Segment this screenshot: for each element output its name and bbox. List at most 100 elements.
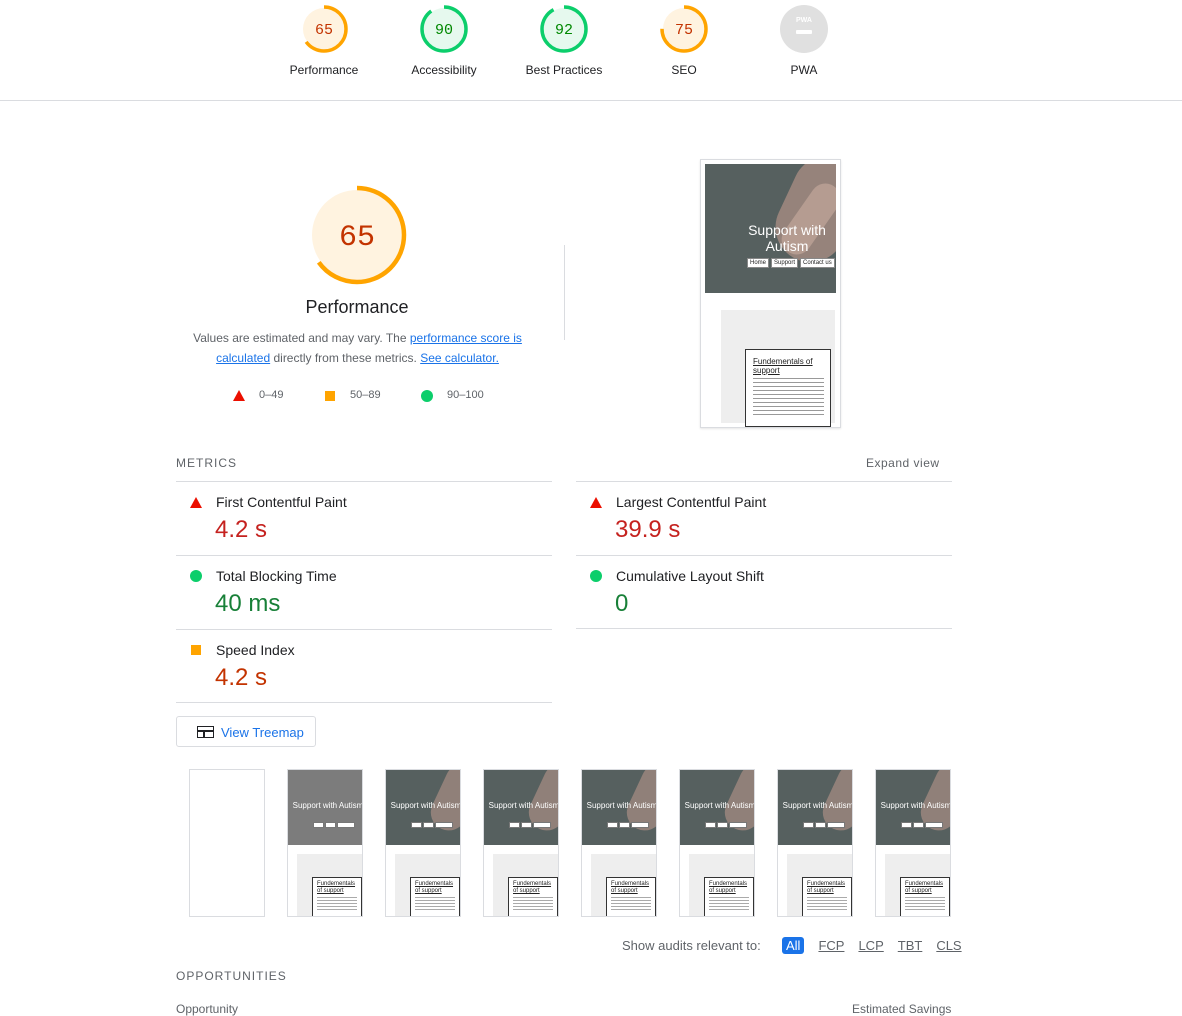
metrics-divider [576, 481, 952, 482]
filmstrip-frame: Support with Autism Fundementals of supp… [679, 769, 755, 917]
nav-home: Home [747, 258, 770, 268]
red-triangle-icon [190, 497, 202, 508]
screenshot-card: Fundementals of support [745, 349, 831, 427]
pwa-badge-icon: PWA [780, 5, 828, 53]
metric-si-value: 4.2 s [215, 664, 268, 691]
frame-nav [411, 822, 453, 828]
green-circle-icon [190, 570, 202, 582]
frame-hero: Support with Autism [876, 770, 951, 845]
frame-card: Fundementals of support [802, 877, 852, 916]
performance-gauge-ring: 65 [307, 185, 407, 285]
frame-card: Fundementals of support [900, 877, 950, 916]
frame-hero: Support with Autism [288, 770, 362, 845]
metric-fcp-label: First Contentful Paint [216, 494, 347, 510]
performance-gauge-ring: 65 [300, 5, 348, 53]
red-triangle-icon [233, 390, 245, 401]
orange-square-icon [191, 645, 201, 655]
frame-card: Fundementals of support [312, 877, 362, 916]
filter-chip-all[interactable]: All [782, 937, 805, 954]
gauge-label: Accessibility [411, 63, 477, 77]
filmstrip-frame: Support with Autism Fundementals of supp… [581, 769, 657, 917]
gauge-score: 75 [675, 22, 693, 39]
audit-filter-chips: All FCP LCP TBT CLS [782, 937, 962, 954]
seo-gauge-ring: 75 [660, 5, 708, 53]
frame-card: Fundementals of support [704, 877, 754, 916]
filmstrip-frame: Support with Autism Fundementals of supp… [777, 769, 853, 917]
best-practices-gauge-ring: 92 [540, 5, 588, 53]
frame-hero: Support with Autism [386, 770, 460, 845]
metrics-divider [176, 702, 552, 703]
frame-nav [509, 822, 551, 828]
view-treemap-button[interactable]: View Treemap [176, 716, 316, 747]
filter-chip-cls[interactable]: CLS [936, 938, 961, 953]
see-calculator-link[interactable]: See calculator. [420, 351, 499, 365]
gauge-score: 90 [435, 22, 453, 39]
pwa-badge-text: PWA [796, 17, 812, 24]
metrics-title: METRICS [176, 456, 237, 470]
frame-title: Support with Autism [880, 801, 951, 810]
frame-card: Fundementals of support [606, 877, 656, 916]
frame-title: Support with Autism [488, 801, 559, 810]
nav-contact: Contact us [800, 258, 835, 268]
metric-si-label: Speed Index [216, 642, 295, 658]
gauge-label: Best Practices [525, 63, 603, 77]
frame-hero: Support with Autism [778, 770, 853, 845]
legend-range-red: 0–49 [259, 389, 284, 401]
frame-card-title: Fundementals of support [807, 881, 846, 894]
frame-title: Support with Autism [782, 801, 853, 810]
frame-card: Fundementals of support [508, 877, 558, 916]
metrics-divider [576, 555, 952, 556]
filmstrip-frame: Support with Autism Fundementals of supp… [875, 769, 951, 917]
desc-text-1: Values are estimated and may vary. The [193, 331, 410, 345]
orange-square-icon [325, 391, 335, 401]
opportunity-column-header: Opportunity [176, 1002, 239, 1016]
legend-range-green: 90–100 [447, 389, 484, 401]
screenshot-hero: Support with Autism Home Support Contact… [705, 164, 836, 293]
gauge-seo[interactable]: 75 SEO [624, 4, 744, 77]
metric-lcp-value: 39.9 s [615, 516, 681, 543]
legend-range-orange: 50–89 [350, 389, 381, 401]
performance-score: 65 [339, 221, 375, 255]
hero-nav: Home Support Contact us [747, 258, 835, 268]
frame-hero: Support with Autism [582, 770, 657, 845]
card-text-lines [746, 377, 830, 415]
gauge-pwa[interactable]: PWA PWA [744, 4, 864, 77]
gauge-label: PWA [790, 63, 818, 77]
filter-chip-lcp[interactable]: LCP [858, 938, 883, 953]
metric-tbt-value: 40 ms [215, 590, 281, 617]
filmstrip-frame: Support with Autism Fundementals of supp… [287, 769, 363, 917]
frame-title: Support with Autism [586, 801, 657, 810]
green-circle-icon [421, 390, 433, 402]
performance-description: Values are estimated and may vary. The p… [180, 328, 535, 368]
opportunities-title: OPPORTUNITIES [176, 969, 287, 983]
frame-nav [313, 822, 355, 828]
gauge-best-practices[interactable]: 92 Best Practices [504, 4, 624, 77]
hero-title: Support with Autism [748, 222, 826, 254]
frame-nav [607, 822, 649, 828]
frame-card-title: Fundementals of support [513, 881, 552, 894]
filter-chip-fcp[interactable]: FCP [818, 938, 844, 953]
gauge-performance[interactable]: 65 Performance [264, 4, 384, 77]
metric-fcp-value: 4.2 s [215, 516, 268, 543]
performance-main-gauge: 65 [305, 183, 409, 287]
desc-text-2: directly from these metrics. [270, 351, 421, 365]
green-circle-icon [590, 570, 602, 582]
filmstrip-frame: Support with Autism Fundementals of supp… [385, 769, 461, 917]
metrics-divider [176, 481, 552, 482]
frame-nav [705, 822, 747, 828]
metrics-divider [576, 628, 952, 629]
metrics-divider [176, 629, 552, 630]
performance-title: Performance [305, 297, 409, 317]
treemap-icon [197, 726, 214, 738]
vertical-divider [564, 245, 565, 340]
filter-chip-tbt[interactable]: TBT [898, 938, 923, 953]
category-gauges-bar: 65 Performance 90 Accessibility 92 Best … [0, 0, 1182, 101]
frame-nav [901, 822, 943, 828]
final-screenshot[interactable]: Support with Autism Home Support Contact… [700, 159, 841, 428]
gauge-score: 65 [315, 22, 333, 39]
frame-card-title: Fundementals of support [611, 881, 650, 894]
frame-card-title: Fundementals of support [905, 881, 944, 894]
expand-view-toggle[interactable]: Expand view [866, 456, 940, 470]
gauge-accessibility[interactable]: 90 Accessibility [384, 4, 504, 77]
estimated-savings-column-header: Estimated Savings [852, 1002, 952, 1016]
